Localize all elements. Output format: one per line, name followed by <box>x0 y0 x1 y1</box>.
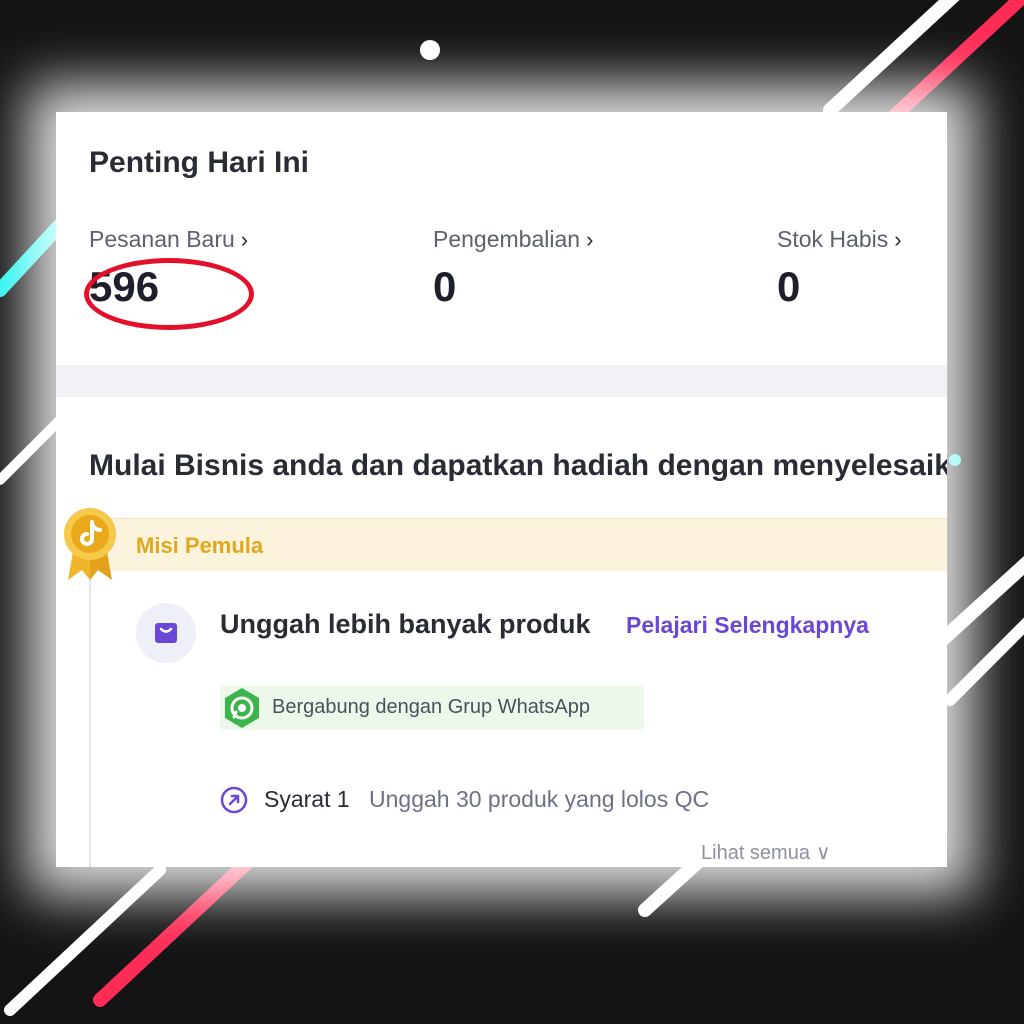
arrow-up-right-circle-icon <box>220 786 248 814</box>
requirement-text: Unggah 30 produk yang lolos QC <box>369 786 710 812</box>
stat-returns[interactable]: Pengembalian › 0 <box>433 226 593 311</box>
requirement-label: Syarat 1 <box>264 786 350 812</box>
highlight-circle <box>84 258 254 330</box>
stat-label: Pengembalian <box>433 226 581 252</box>
chevron-right-icon: › <box>240 227 249 252</box>
stat-new-orders[interactable]: Pesanan Baru › 596 <box>84 226 254 330</box>
whatsapp-icon <box>225 688 259 728</box>
whatsapp-label: Bergabung dengan Grup WhatsApp <box>272 696 590 718</box>
chevron-right-icon: › <box>586 227 594 252</box>
whatsapp-group-button[interactable]: Bergabung dengan Grup WhatsApp <box>220 686 644 730</box>
stat-label: Stok Habis <box>777 226 889 252</box>
learn-more-link[interactable]: Pelajari Selengkapnya <box>626 612 869 639</box>
see-all-button[interactable]: Lihat semua ∨ <box>701 840 831 865</box>
stat-out-of-stock[interactable]: Stok Habis › 0 <box>777 226 902 311</box>
stat-label: Pesanan Baru <box>89 226 235 252</box>
today-title: Penting Hari Ini <box>89 146 310 179</box>
section-divider <box>56 365 947 397</box>
task-title: Unggah lebih banyak produk <box>220 609 591 639</box>
shopping-bag-icon <box>136 603 196 663</box>
chevron-right-icon: › <box>894 227 902 252</box>
dashboard-card: Penting Hari Ini Pesanan Baru › 596 Penge… <box>56 112 947 867</box>
see-all-label: Lihat semua <box>701 842 810 864</box>
mission-label: Misi Pemula <box>136 533 264 558</box>
tiktok-medal-icon <box>64 508 116 580</box>
timeline-line <box>89 570 91 867</box>
stat-value: 0 <box>777 263 801 310</box>
mission-banner: Misi Pemula <box>90 518 947 571</box>
chevron-down-icon: ∨ <box>815 842 831 864</box>
stat-value: 0 <box>433 263 457 310</box>
business-title: Mulai Bisnis anda dan dapatkan hadiah de… <box>89 449 947 482</box>
